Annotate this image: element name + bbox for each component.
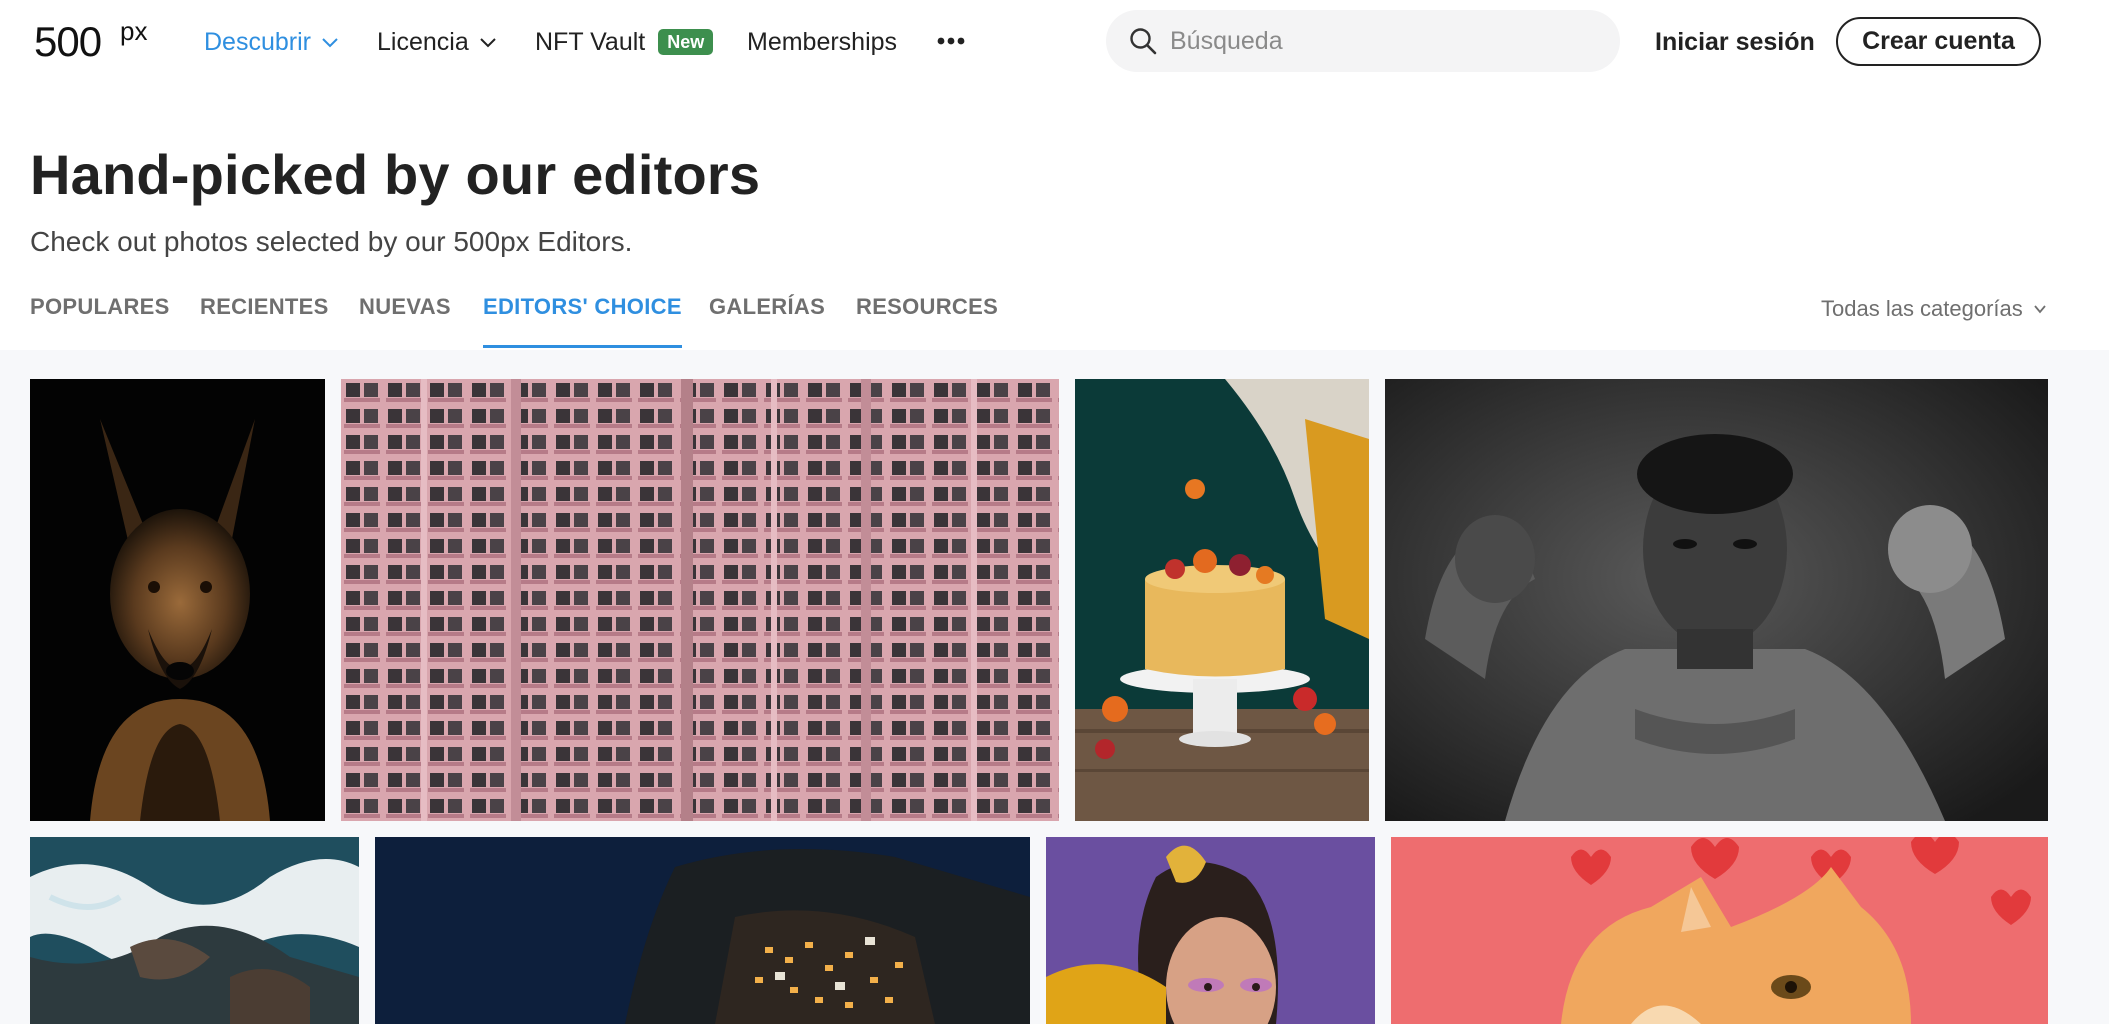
photo-grid	[0, 350, 2109, 1024]
photo-woman-portrait[interactable]	[1046, 837, 1375, 1024]
building-image	[341, 379, 1059, 821]
search-icon	[1130, 28, 1157, 55]
coastal-town-image	[375, 837, 1030, 1024]
tab-populares[interactable]: POPULARES	[30, 294, 170, 348]
woman-portrait-image	[1046, 837, 1375, 1024]
nav-licencia[interactable]: Licencia	[377, 24, 497, 60]
login-link[interactable]: Iniciar sesión	[1655, 24, 1815, 60]
photo-dog[interactable]	[30, 379, 325, 821]
dog-image	[30, 379, 325, 821]
cake-image	[1075, 379, 1369, 821]
more-horizontal-icon[interactable]	[936, 30, 966, 52]
page-subtitle: Check out photos selected by our 500px E…	[30, 226, 633, 257]
tab-recientes[interactable]: RECIENTES	[200, 294, 329, 348]
tab-nuevas[interactable]: NUEVAS	[359, 294, 451, 348]
chevron-down-icon	[322, 38, 338, 48]
photo-building[interactable]	[341, 379, 1059, 821]
search-input[interactable]	[1170, 26, 1590, 56]
photo-coastal-town[interactable]	[375, 837, 1030, 1024]
nav-nft-vault[interactable]: NFT Vault New	[535, 24, 714, 60]
photo-cat[interactable]	[1391, 837, 2048, 1024]
page-title: Hand-picked by our editors	[30, 143, 761, 206]
logo-500px[interactable]: 500 px	[34, 16, 164, 65]
feed-tabs: POPULARES RECIENTES NUEVAS EDITORS' CHOI…	[0, 284, 2109, 350]
svg-text:px: px	[120, 18, 147, 46]
waves-image	[30, 837, 359, 1024]
svg-text:500: 500	[34, 18, 101, 62]
tab-editors-choice[interactable]: EDITORS' CHOICE	[483, 294, 682, 348]
nav-memberships-label: Memberships	[747, 27, 898, 56]
tab-galerias[interactable]: GALERÍAS	[709, 294, 825, 348]
signup-button[interactable]: Crear cuenta	[1836, 17, 2041, 66]
categories-label: Todas las categorías	[1821, 296, 2023, 321]
top-navigation: 500 px Descubrir Licencia NFT Vault New …	[0, 0, 2109, 84]
photo-waves[interactable]	[30, 837, 359, 1024]
cat-image	[1391, 837, 2048, 1024]
man-portrait-image	[1385, 379, 2048, 821]
photo-man-portrait[interactable]	[1385, 379, 2048, 821]
categories-dropdown[interactable]: Todas las categorías	[1821, 296, 2047, 322]
chevron-down-icon	[480, 38, 496, 48]
photo-cake[interactable]	[1075, 379, 1369, 821]
search-bar[interactable]	[1106, 10, 1620, 72]
chevron-down-icon	[2034, 305, 2046, 314]
nav-licencia-label: Licencia	[377, 27, 469, 56]
nav-memberships[interactable]: Memberships	[747, 24, 897, 60]
nav-descubrir[interactable]: Descubrir	[204, 24, 339, 60]
new-badge: New	[658, 29, 714, 55]
nav-descubrir-label: Descubrir	[204, 27, 311, 56]
nav-nft-vault-label: NFT Vault	[535, 27, 646, 56]
tab-resources[interactable]: RESOURCES	[856, 294, 998, 348]
